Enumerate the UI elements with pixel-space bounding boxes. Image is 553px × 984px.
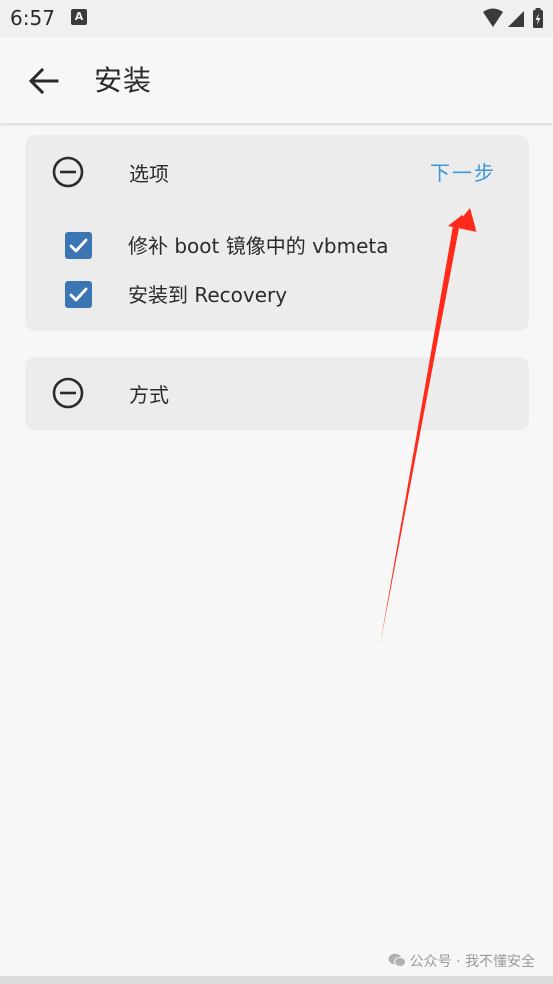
next-step-button[interactable]: 下一步 — [430, 157, 496, 186]
wechat-icon — [388, 953, 406, 971]
app-bar: 安装 — [0, 37, 553, 123]
watermark: 公众号 · 我不懂安全 — [388, 951, 535, 971]
battery-charging-icon — [533, 8, 543, 28]
status-icons — [481, 7, 547, 31]
back-button[interactable] — [24, 61, 64, 101]
option-patch-vbmeta[interactable]: 修补 boot 镜像中的 vbmeta — [65, 232, 505, 260]
minus-circle-icon[interactable] — [51, 155, 85, 189]
cellular-icon — [508, 11, 524, 27]
option-label: 修补 boot 镜像中的 vbmeta — [128, 234, 389, 258]
arrow-back-icon — [28, 67, 59, 95]
options-card-title: 选项 — [129, 162, 169, 186]
status-time: 6:57 — [10, 6, 55, 30]
wifi-icon — [483, 8, 503, 27]
checkbox-checked[interactable] — [65, 232, 92, 259]
status-bar: 6:57 A — [0, 0, 553, 37]
method-card[interactable]: 方式 — [25, 357, 529, 430]
option-install-recovery[interactable]: 安装到 Recovery — [65, 281, 505, 309]
check-icon — [69, 287, 88, 302]
method-card-title: 方式 — [129, 383, 169, 407]
navigation-bar — [0, 976, 553, 984]
app-notification-icon: A — [71, 9, 87, 25]
options-card: 选项 下一步 修补 boot 镜像中的 vbmeta 安装到 Recovery — [25, 135, 529, 331]
checkbox-checked[interactable] — [65, 281, 92, 308]
option-label: 安装到 Recovery — [128, 283, 288, 307]
page-title: 安装 — [94, 64, 153, 97]
watermark-text: 公众号 · 我不懂安全 — [409, 954, 535, 970]
check-icon — [69, 238, 88, 253]
minus-circle-icon[interactable] — [51, 376, 85, 410]
